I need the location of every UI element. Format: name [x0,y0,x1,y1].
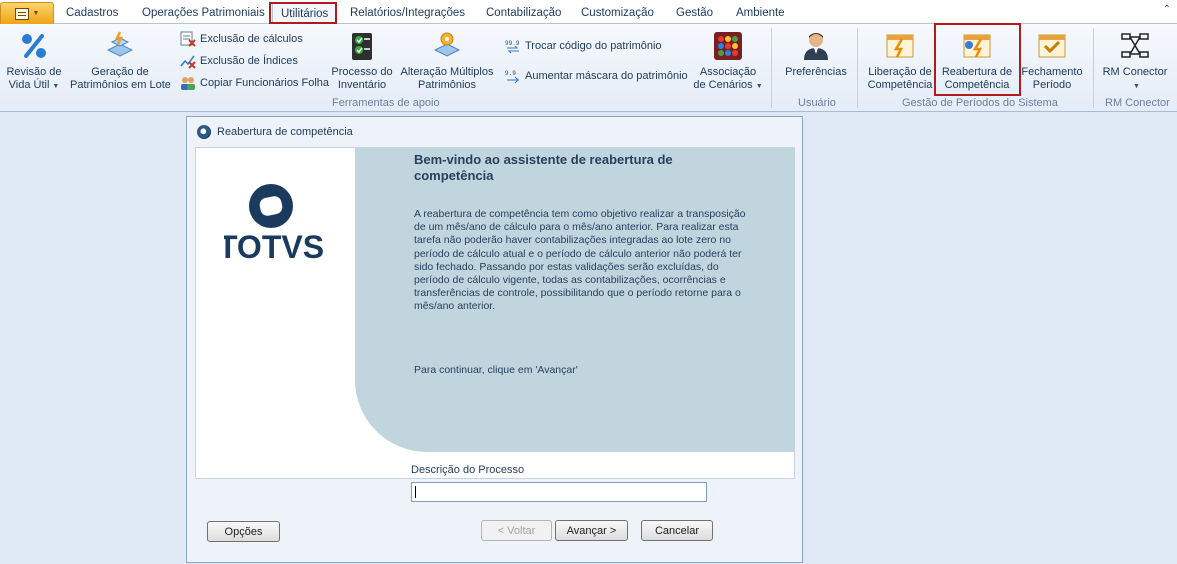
alteracao-label-1: Alteração Múltiplos [400,66,494,78]
scenario-icon [714,32,742,60]
group-label-ferramentas: Ferramentas de apoio [332,97,440,109]
trocar-codigo-label: Trocar código do patrimônio [525,40,662,52]
aumentar-mascara-label: Aumentar máscara do patrimônio [525,70,688,82]
svg-text:TOTVS: TOTVS [224,229,324,265]
liberacao-label-1: Liberação de [868,66,932,78]
tab-utilitarios[interactable]: Utilitários [272,2,338,25]
chevron-down-icon: ▼ [1133,83,1140,90]
rm-conector-button[interactable]: RM Conector ▼ [1100,30,1170,93]
exclusao-indices-label: Exclusão de Índices [200,55,298,67]
alteracao-multiplos-patrimonios-button[interactable]: Alteração Múltiplos Patrimônios [400,30,494,92]
exclusao-indices-button[interactable]: Exclusão de Índices [180,53,298,69]
reabertura-label-1: Reabertura de [941,66,1013,78]
ribbon-tab-bar: ▼ Cadastros Operações Patrimoniais Utili… [0,0,1177,25]
tab-customizacao[interactable]: Customização [581,0,654,24]
descricao-processo-input[interactable] [411,482,707,502]
collapse-ribbon-icon[interactable]: ⌃ [1163,4,1171,15]
tab-ambiente[interactable]: Ambiente [736,0,785,24]
geracao-label-1: Geração de [91,66,149,78]
totvs-logo-mark: TOTVS [218,184,324,265]
group-label-gestao-periodos: Gestão de Períodos do Sistema [902,97,1058,109]
inventory-check-icon [352,33,372,60]
copy-employees-icon [181,77,195,90]
rm-connector-icon [1121,33,1149,58]
alteracao-label-2: Patrimônios [417,79,477,91]
associacao-label-1: Associação [699,66,757,78]
reopen-period-icon [963,34,991,58]
processo-label-1: Processo do [331,66,393,78]
chevron-down-icon: ▼ [32,10,40,17]
processo-inventario-button[interactable]: Processo do Inventário [330,30,394,92]
associacao-cenarios-button[interactable]: Associação de Cenários ▼ [692,30,764,93]
geracao-label-2: Patrimônios em Lote [70,79,171,91]
opcoes-button[interactable]: Opções [207,521,280,542]
rm-conector-caret: ▼ [1100,79,1170,93]
group-separator [1093,28,1094,108]
reabertura-label-2: Competência [944,79,1010,91]
group-label-usuario: Usuário [798,97,836,109]
fechamento-label-2: Período [1032,79,1072,91]
percent-icon [22,34,46,58]
tab-gestao[interactable]: Gestão [676,0,713,24]
exclusao-calculos-button[interactable]: Exclusão de cálculos [180,31,303,47]
document-icon [14,7,29,20]
fechamento-label-1: Fechamento [1021,66,1083,78]
trocar-codigo-patrimonio-button[interactable]: 99.9 Trocar código do patrimônio [505,38,662,54]
dialog-title: Reabertura de competência [217,125,353,138]
chevron-down-icon: ▼ [755,83,763,90]
rm-conector-label: RM Conector [1102,66,1168,78]
totvs-logo: TOTVS [218,182,324,269]
cancelar-button[interactable]: Cancelar [641,520,713,541]
associacao-label-2: de Cenários ▼ [693,79,763,91]
dialog-title-bar: Reabertura de competência [187,117,802,146]
continue-instruction: Para continuar, clique em 'Avançar' [414,364,578,376]
reabertura-competencia-button[interactable]: Reabertura de Competência [938,30,1016,92]
user-icon [804,33,828,60]
welcome-title: Bem-vindo ao assistente de reabertura de… [414,152,673,183]
application-menu-button[interactable]: ▼ [0,2,54,24]
close-period-icon [1038,34,1066,58]
tab-cadastros[interactable]: Cadastros [66,0,118,24]
tab-contabilizacao[interactable]: Contabilização [486,0,561,24]
tab-operacoes-patrimoniais[interactable]: Operações Patrimoniais [142,0,265,24]
aumentar-mascara-patrimonio-button[interactable]: 9.9 Aumentar máscara do patrimônio [505,68,688,84]
voltar-button: < Voltar [481,520,552,541]
multi-asset-icon [433,32,461,57]
processo-label-2: Inventário [337,79,387,91]
chevron-down-icon: ▼ [52,83,60,90]
mask-icon: 9.9 [505,70,519,84]
group-separator [771,28,772,108]
liberacao-label-2: Competência [867,79,933,91]
welcome-description: A reabertura de competência tem como obj… [414,208,746,313]
svg-text:9.9: 9.9 [505,70,516,77]
revisao-label-2: Vida Útil ▼ [8,79,60,91]
delete-index-icon [180,55,196,69]
delete-calc-icon [180,31,196,47]
descricao-processo-label: Descrição do Processo [411,464,525,476]
group-separator [857,28,858,108]
exclusao-calculos-label: Exclusão de cálculos [200,33,303,45]
copiar-funcionarios-folha-button[interactable]: Copiar Funcionários Folha [180,75,329,91]
liberacao-competencia-button[interactable]: Liberação de Competência [864,30,936,92]
ribbon: Revisão de Vida Útil ▼ Geração de Patrimô… [0,24,1177,112]
swap-code-icon: 99.9 [505,40,520,54]
group-label-rm-conector: RM Conector [1105,97,1170,109]
preferencias-button[interactable]: Preferências [782,30,850,79]
release-period-icon [886,34,914,58]
wizard-content: TOTVS Bem-vindo ao assistente de reabert… [195,147,795,479]
revisao-label-1: Revisão de [6,66,62,78]
revisao-vida-util-button[interactable]: Revisão de Vida Útil ▼ [4,30,64,93]
preferencias-label: Preferências [785,66,847,78]
reabertura-dialog: Reabertura de competência TOTVS Bem-vind… [186,116,803,563]
totvs-app-icon [197,124,211,139]
geracao-patrimonios-lote-button[interactable]: Geração de Patrimônios em Lote [70,30,171,92]
tab-relatorios-integracoes[interactable]: Relatórios/Integrações [350,0,465,24]
svg-text:99.9: 99.9 [505,40,520,47]
asset-batch-icon [106,31,134,57]
copiar-funcionarios-label: Copiar Funcionários Folha [200,77,330,89]
fechamento-periodo-button[interactable]: Fechamento Período [1018,30,1086,92]
avancar-button[interactable]: Avançar > [555,520,628,541]
